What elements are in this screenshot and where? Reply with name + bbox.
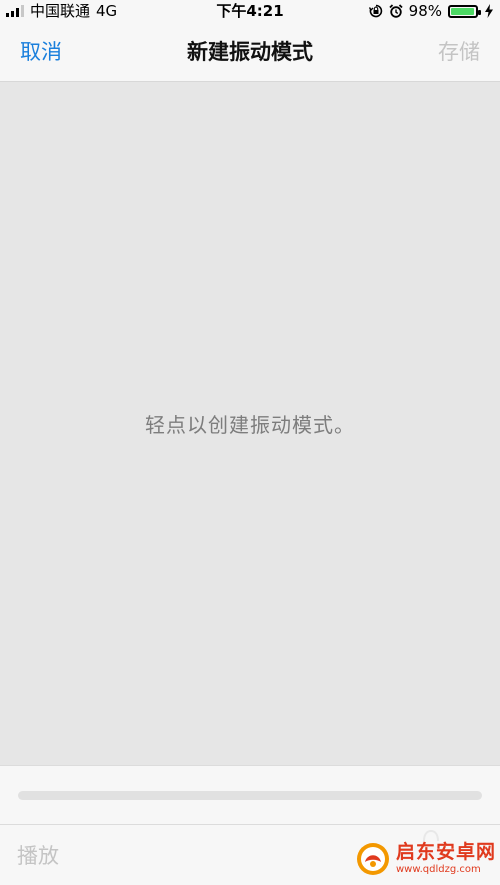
orientation-lock-icon: [368, 4, 382, 18]
bottom-toolbar: 播放 启东安卓网 www.qdldzg.com: [0, 825, 500, 885]
timeline-progress-track: [18, 791, 482, 800]
save-button[interactable]: 存储: [438, 22, 480, 82]
tap-hint-text: 轻点以创建振动模式。: [145, 413, 355, 437]
battery-fill: [451, 7, 475, 15]
watermark-title: 启东安卓网: [395, 841, 496, 863]
watermark: 启东安卓网 www.qdldzg.com: [356, 842, 496, 876]
watermark-logo-icon: [356, 843, 389, 875]
navigation-bar: 取消 新建振动模式 存储: [0, 22, 500, 82]
status-right: 98%: [368, 0, 494, 22]
vibration-editor-screen: 中国联通 4G 下午4:21 98% 取消 新建振动模式 存储 轻点以创建振动模…: [0, 0, 500, 885]
play-button[interactable]: 播放: [17, 825, 59, 885]
vibration-tap-area[interactable]: 轻点以创建振动模式。: [0, 82, 500, 765]
watermark-text: 启东安卓网 www.qdldzg.com: [396, 843, 496, 875]
page-title: 新建振动模式: [187, 40, 313, 64]
battery-percent: 98%: [408, 2, 442, 20]
battery-icon: [448, 4, 481, 18]
status-bar: 中国联通 4G 下午4:21 98%: [0, 0, 500, 22]
watermark-url: www.qdldzg.com: [395, 864, 481, 875]
alarm-icon: [389, 4, 403, 18]
charging-icon: [485, 4, 493, 18]
vibration-timeline: [0, 765, 500, 825]
